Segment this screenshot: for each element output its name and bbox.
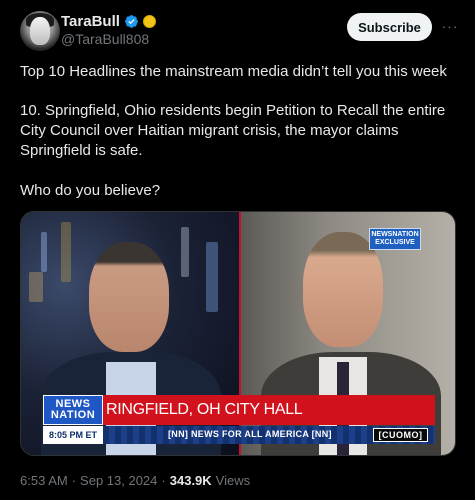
views-label: Views bbox=[215, 473, 251, 488]
tweet-time[interactable]: 6:53 AM bbox=[20, 473, 68, 488]
tweet-date[interactable]: Sep 13, 2024 bbox=[80, 473, 157, 488]
tweet-text-line2b: City Council over Haitian migrant crisis… bbox=[20, 122, 399, 139]
verified-badge-icon bbox=[125, 15, 138, 28]
affiliate-badge-icon bbox=[142, 15, 156, 28]
chyron-logo-line2: NATION bbox=[50, 409, 96, 421]
chyron-time: 8:05 PM ET bbox=[48, 430, 97, 440]
avatar-face bbox=[30, 17, 50, 45]
views-count[interactable]: 343.9K bbox=[170, 473, 212, 488]
tweet-text-line2c: Springfield is safe. bbox=[20, 142, 143, 159]
nn-logo-line1: NEWSNATION bbox=[371, 231, 419, 238]
tweet-media-image[interactable]: NEWSNATION EXCLUSIVE NEWS NATION RINGFIE… bbox=[20, 211, 456, 456]
subscribe-button[interactable]: Subscribe bbox=[347, 13, 432, 41]
show-name: [CUOMO] bbox=[378, 430, 423, 440]
tweet-text-line2a: 10. Springfield, Ohio residents begin Pe… bbox=[20, 102, 446, 119]
tweet-text-line1: Top 10 Headlines the mainstream media di… bbox=[20, 63, 447, 80]
more-options-icon[interactable]: ··· bbox=[440, 16, 460, 36]
chyron-headline-bar: RINGFIELD, OH CITY HALL bbox=[103, 395, 435, 425]
chyron-network-logo: NEWS NATION bbox=[43, 395, 103, 425]
newsnation-exclusive-logo: NEWSNATION EXCLUSIVE bbox=[369, 228, 421, 250]
chyron-time-box: 8:05 PM ET bbox=[43, 426, 103, 444]
author-avatar[interactable] bbox=[20, 11, 60, 51]
tweet-text-line3: Who do you believe? bbox=[20, 182, 161, 199]
meta-separator: · bbox=[161, 473, 166, 488]
author-name-row: TaraBull bbox=[61, 13, 156, 30]
show-name-badge: [CUOMO] bbox=[373, 428, 428, 442]
tweet-meta: 6:53 AM · Sep 13, 2024 · 343.9K Views bbox=[20, 473, 250, 488]
nn-logo-line2: EXCLUSIVE bbox=[375, 239, 415, 246]
chyron-ticker-text: [NN] NEWS FOR ALL AMERICA [NN] bbox=[168, 429, 332, 439]
meta-separator: · bbox=[71, 473, 77, 488]
author-handle[interactable]: @TaraBull808 bbox=[61, 31, 149, 47]
author-display-name[interactable]: TaraBull bbox=[61, 13, 120, 30]
chyron-headline: RINGFIELD, OH CITY HALL bbox=[106, 401, 303, 418]
